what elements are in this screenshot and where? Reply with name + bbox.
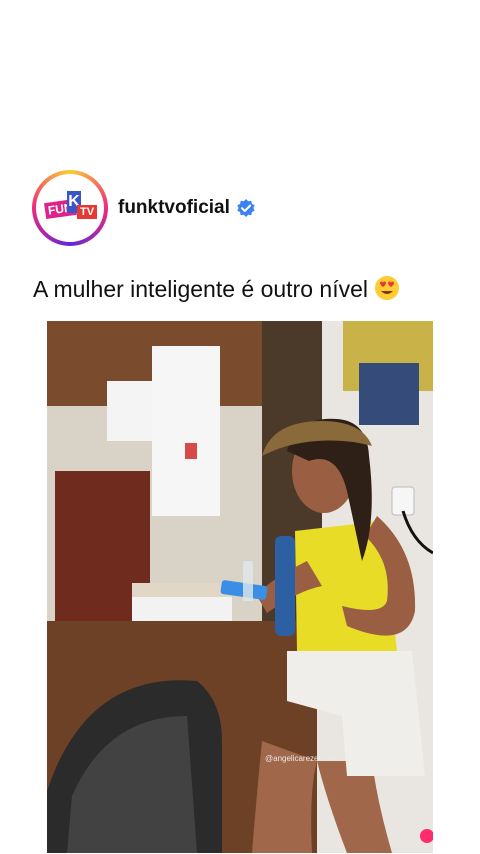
heart-eyes-emoji-icon xyxy=(375,276,400,300)
post-caption: A mulher inteligente é outro nível xyxy=(33,275,400,303)
avatar[interactable]: FUN K TV xyxy=(32,170,108,246)
post-image[interactable]: @angelicarezende01 xyxy=(47,321,433,853)
post-header: FUN K TV funktvoficial xyxy=(32,170,256,246)
avatar-frame: FUN K TV xyxy=(36,174,104,242)
verified-badge-icon xyxy=(237,199,255,217)
funktv-logo: FUN K TV xyxy=(39,177,101,239)
username[interactable]: funktvoficial xyxy=(118,197,230,219)
kitchen-scene-image xyxy=(47,321,433,853)
caption-text: A mulher inteligente é outro nível xyxy=(33,276,368,302)
image-watermark: @angelicarezende01 xyxy=(265,754,341,763)
logo-tv: TV xyxy=(77,205,98,219)
